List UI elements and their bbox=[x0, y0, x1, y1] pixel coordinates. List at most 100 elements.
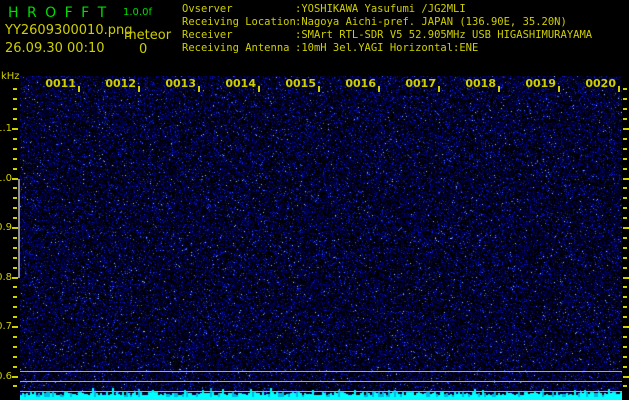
freq-tick-right bbox=[623, 276, 629, 279]
freq-tick-label: 0.8 bbox=[0, 271, 12, 283]
reference-line bbox=[20, 381, 622, 382]
freq-tick-right bbox=[623, 88, 627, 91]
station-info-row: Receiver:SMArt RTL-SDR V5 52.905MHz USB … bbox=[182, 29, 592, 42]
freq-tick-left bbox=[13, 335, 17, 338]
freq-tick-right bbox=[623, 345, 627, 348]
freq-tick-left bbox=[13, 236, 17, 239]
station-info-row: Ovserver :YOSHIKAWA Yasufumi /JG2MLI bbox=[182, 3, 592, 16]
freq-tick-left bbox=[13, 88, 17, 91]
freq-tick-left bbox=[13, 98, 17, 101]
app-version: 1.0.0f bbox=[123, 7, 152, 18]
freq-tick-right bbox=[623, 385, 627, 388]
time-tick bbox=[438, 86, 440, 92]
freq-tick-left bbox=[13, 167, 17, 170]
freq-tick-left bbox=[13, 246, 17, 249]
freq-tick-right bbox=[623, 375, 629, 378]
freq-tick-right bbox=[623, 147, 627, 150]
freq-tick-left bbox=[13, 306, 17, 309]
station-info: Ovserver:YOSHIKAWA Yasufumi /JG2MLI Recei… bbox=[182, 3, 592, 55]
freq-tick-right bbox=[623, 118, 627, 121]
freq-tick-right bbox=[623, 326, 629, 328]
freq-tick-right bbox=[623, 187, 627, 190]
freq-tick-right bbox=[623, 296, 627, 299]
freq-tick-right bbox=[623, 98, 627, 101]
freq-tick-left bbox=[13, 197, 17, 200]
time-tick-label: 0017 bbox=[405, 77, 436, 90]
app-title: H R O F F T bbox=[8, 5, 109, 21]
station-info-label: Receiving Location bbox=[182, 16, 295, 28]
freq-tick-left bbox=[13, 365, 17, 368]
freq-tick-left bbox=[13, 157, 17, 160]
time-tick bbox=[198, 86, 200, 92]
station-info-value: :10mH 3el.YAGI Horizontal:ENE bbox=[295, 42, 479, 54]
time-tick bbox=[318, 86, 320, 92]
freq-tick-right bbox=[623, 335, 627, 338]
freq-tick-right bbox=[623, 355, 627, 358]
freq-tick-right bbox=[623, 217, 627, 220]
freq-tick-left bbox=[13, 187, 17, 190]
freq-tick-left bbox=[13, 266, 17, 269]
time-tick bbox=[138, 86, 140, 92]
mode-label: meteor bbox=[124, 28, 172, 43]
output-filename: YY2609300010.png bbox=[5, 23, 133, 38]
station-info-label: Receiving Antenna bbox=[182, 42, 290, 54]
freq-tick-right bbox=[623, 108, 627, 111]
freq-tick-right bbox=[623, 306, 627, 309]
freq-tick-left bbox=[12, 227, 18, 229]
time-tick-label: 0015 bbox=[285, 77, 316, 90]
freq-tick-left bbox=[12, 177, 18, 180]
freq-tick-left bbox=[12, 375, 18, 378]
freq-axis-unit: kHz bbox=[1, 71, 20, 82]
time-tick bbox=[258, 86, 260, 92]
freq-tick-left bbox=[12, 276, 18, 279]
freq-tick-left bbox=[13, 137, 17, 140]
freq-tick-label: 0.6 bbox=[0, 370, 12, 382]
freq-tick-left bbox=[13, 345, 17, 348]
freq-tick-label: 1.1 bbox=[0, 123, 12, 134]
freq-tick-right bbox=[623, 227, 629, 229]
time-tick bbox=[558, 86, 560, 92]
time-tick-label: 0013 bbox=[165, 77, 196, 90]
freq-tick-left bbox=[13, 256, 17, 259]
station-info-value: :YOSHIKAWA Yasufumi /JG2MLI bbox=[295, 3, 466, 15]
freq-tick-left bbox=[13, 355, 17, 358]
freq-tick-right bbox=[623, 128, 629, 130]
freq-tick-left bbox=[13, 296, 17, 299]
freq-tick-right bbox=[623, 316, 627, 319]
reference-line bbox=[20, 391, 622, 392]
freq-tick-left bbox=[13, 217, 17, 220]
freq-tick-right bbox=[623, 246, 627, 249]
time-tick bbox=[618, 86, 620, 92]
freq-tick-left bbox=[12, 128, 18, 130]
echo-count: 0 bbox=[139, 42, 148, 57]
freq-tick-right bbox=[623, 236, 627, 239]
time-tick bbox=[378, 86, 380, 92]
time-tick-label: 0011 bbox=[45, 77, 76, 90]
freq-tick-right bbox=[623, 167, 627, 170]
time-tick bbox=[78, 86, 80, 92]
freq-tick-left bbox=[13, 385, 17, 388]
freq-tick-right bbox=[623, 365, 627, 368]
station-info-value: :Nagoya Aichi-pref. JAPAN (136.90E, 35.2… bbox=[295, 16, 567, 28]
station-info-label: Ovserver bbox=[182, 3, 233, 15]
freq-tick-label: 0.7 bbox=[0, 321, 12, 332]
freq-tick-right bbox=[623, 197, 627, 200]
freq-tick-right bbox=[623, 266, 627, 269]
station-info-row: Receiving Antenna :10mH 3el.YAGI Horizont… bbox=[182, 42, 592, 55]
freq-tick-left bbox=[13, 147, 17, 150]
freq-tick-right bbox=[623, 137, 627, 140]
time-tick-label: 0016 bbox=[345, 77, 376, 90]
time-tick-label: 0012 bbox=[105, 77, 136, 90]
freq-tick-left bbox=[13, 286, 17, 289]
freq-tick-left bbox=[13, 118, 17, 121]
freq-tick-label: 0.9 bbox=[0, 222, 12, 233]
freq-tick-label: 1.0 bbox=[0, 172, 12, 184]
freq-tick-right bbox=[623, 177, 629, 180]
time-tick bbox=[498, 86, 500, 92]
station-info-label: Receiver bbox=[182, 29, 233, 41]
freq-tick-left bbox=[13, 316, 17, 319]
freq-tick-right bbox=[623, 157, 627, 160]
freq-tick-right bbox=[623, 286, 627, 289]
freq-tick-left bbox=[12, 326, 18, 328]
freq-tick-right bbox=[623, 256, 627, 259]
